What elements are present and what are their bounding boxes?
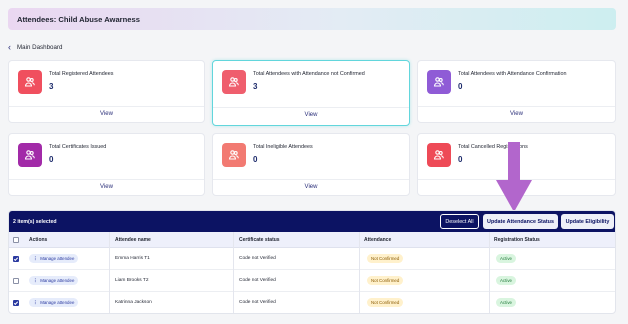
update-attendance-status-button[interactable]: Update Attendance Status	[483, 214, 558, 229]
selection-count: 2 item(s) selected	[13, 218, 57, 225]
row-checkbox[interactable]	[13, 278, 19, 284]
column-header-attendee-name[interactable]: Attendee name	[115, 237, 151, 243]
down-arrow-icon	[496, 142, 532, 212]
column-divider	[489, 232, 490, 313]
back-link-label: Main Dashboard	[17, 43, 63, 51]
view-link[interactable]: View	[9, 184, 204, 190]
attendee-name: Emma Harris T1	[115, 256, 150, 261]
stat-card: Total Certificates Issued 0 View	[8, 133, 205, 196]
stat-card: Total Attendees with Attendance not Conf…	[212, 60, 410, 126]
view-link[interactable]: View	[9, 111, 204, 117]
table-row: ⋮ Manage attendee Katrinna Jackson Code not…	[9, 292, 615, 313]
attendance-badge: Not Confirmed	[367, 276, 404, 285]
manage-attendee-button[interactable]: ⋮ Manage attendee	[29, 276, 79, 285]
stat-card-value: 0	[458, 155, 463, 164]
table-row: ⋮ Manage attendee Liam Brooks T2 Code not V…	[9, 270, 615, 292]
users-icon	[222, 70, 246, 94]
table-row: ⋮ Manage attendee Emma Harris T1 Code not V…	[9, 248, 615, 270]
certificate-status: Code not Verified	[239, 300, 276, 305]
certificate-status: Code not Verified	[239, 256, 276, 261]
registration-badge-label: Active	[500, 278, 512, 283]
attendance-badge: Not Confirmed	[367, 254, 404, 263]
attendee-name: Liam Brooks T2	[115, 278, 149, 283]
attendance-badge-label: Not Confirmed	[371, 256, 400, 261]
view-link[interactable]: View	[418, 111, 615, 117]
users-icon	[222, 143, 246, 167]
users-icon	[18, 70, 42, 94]
stat-card-value: 3	[49, 82, 54, 91]
certificate-status: Code not Verified	[239, 278, 276, 283]
more-vertical-icon: ⋮	[33, 277, 38, 283]
page-header: Attendees: Child Abuse Awarness	[8, 8, 616, 30]
column-divider	[359, 232, 360, 313]
registration-badge: Active	[496, 254, 516, 263]
registration-badge-label: Active	[500, 300, 512, 305]
stat-card-label: Total Certificates Issued	[49, 144, 107, 150]
stat-card-label: Total Attendees with Attendance Confirma…	[458, 71, 567, 77]
manage-attendee-label: Manage attendee	[40, 278, 75, 283]
users-icon	[18, 143, 42, 167]
manage-attendee-button[interactable]: ⋮ Manage attendee	[29, 298, 79, 307]
attendance-badge: Not Confirmed	[367, 298, 404, 307]
attendance-badge-label: Not Confirmed	[371, 300, 400, 305]
attendance-badge-label: Not Confirmed	[371, 278, 400, 283]
stat-card-label: Total Ineligible Attendees	[253, 144, 313, 150]
back-to-dashboard-link[interactable]: ‹ Main Dashboard	[8, 42, 62, 52]
more-vertical-icon: ⋮	[33, 299, 38, 305]
manage-attendee-button[interactable]: ⋮ Manage attendee	[29, 254, 79, 263]
card-divider	[9, 106, 204, 107]
page-title: Attendees: Child Abuse Awarness	[17, 14, 140, 24]
stat-card: Total Ineligible Attendees 0 View	[212, 133, 410, 196]
attendees-table-panel: 2 item(s) selected Deselect All Update A…	[8, 210, 616, 314]
stat-card-label: Total Attendees with Attendance not Conf…	[253, 71, 365, 77]
manage-attendee-label: Manage attendee	[40, 300, 75, 305]
stat-card-value: 0	[253, 155, 258, 164]
view-link[interactable]: View	[213, 112, 409, 118]
row-checkbox[interactable]	[13, 300, 19, 306]
more-vertical-icon: ⋮	[33, 255, 38, 261]
registration-badge: Active	[496, 298, 516, 307]
registration-badge: Active	[496, 276, 516, 285]
card-divider	[213, 179, 409, 180]
stat-card: Total Registered Attendees 3 View	[8, 60, 205, 123]
column-header-attendance[interactable]: Attendance	[364, 237, 391, 243]
deselect-all-button[interactable]: Deselect All	[440, 214, 479, 229]
column-header-actions[interactable]: Actions	[29, 237, 47, 243]
stat-card-label: Total Registered Attendees	[49, 71, 114, 77]
column-header-certificate-status[interactable]: Certificate status	[239, 237, 280, 243]
stat-card-value: 3	[253, 82, 258, 91]
bulk-action-bar: 2 item(s) selected Deselect All Update A…	[9, 211, 615, 232]
stat-card-value: 0	[49, 155, 54, 164]
users-icon	[427, 70, 451, 94]
card-divider	[213, 107, 409, 108]
view-link[interactable]: View	[213, 184, 409, 190]
chevron-left-icon: ‹	[8, 42, 11, 52]
stat-card-value: 0	[458, 82, 463, 91]
attendee-name: Katrinna Jackson	[115, 300, 152, 305]
users-icon	[427, 143, 451, 167]
card-divider	[9, 179, 204, 180]
manage-attendee-label: Manage attendee	[40, 256, 75, 261]
column-divider	[109, 232, 110, 313]
row-checkbox[interactable]	[13, 256, 19, 262]
card-divider	[418, 106, 615, 107]
column-header-registration-status[interactable]: Registration Status	[494, 237, 540, 243]
stat-card: Total Attendees with Attendance Confirma…	[417, 60, 616, 123]
table-header: Actions Attendee name Certificate status…	[9, 232, 615, 248]
update-eligibility-button[interactable]: Update Eligibility	[561, 214, 614, 229]
column-divider	[233, 232, 234, 313]
registration-badge-label: Active	[500, 256, 512, 261]
select-all-checkbox[interactable]	[13, 237, 19, 243]
